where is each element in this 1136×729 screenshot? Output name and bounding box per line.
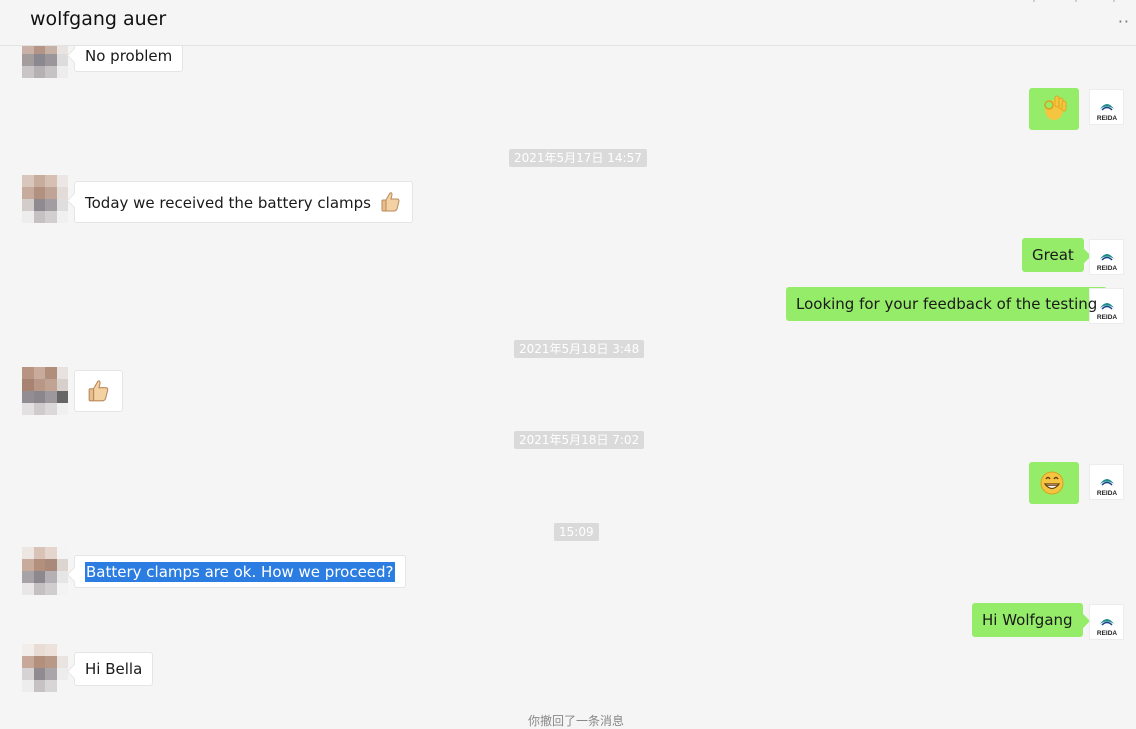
message-text: Looking for your feedback of the testing	[796, 295, 1098, 313]
timestamp: 15:09	[554, 523, 599, 541]
reida-logo-icon: REIDA	[1097, 619, 1118, 637]
chat-header: wolfgang auer ··	[0, 0, 1136, 46]
contact-avatar[interactable]	[22, 367, 68, 415]
contact-avatar[interactable]	[22, 547, 68, 595]
self-avatar[interactable]: REIDA	[1089, 239, 1124, 275]
message-bubble[interactable]	[1029, 88, 1079, 130]
message-bubble[interactable]	[74, 370, 123, 412]
svg-text:REIDA: REIDA	[1097, 115, 1118, 122]
timestamp: 2021年5月17日 14:57	[509, 149, 647, 167]
message-text: Hi Wolfgang	[982, 611, 1073, 629]
timestamp: 2021年5月18日 7:02	[514, 431, 645, 449]
ok-hand-icon	[1044, 95, 1067, 120]
reida-logo-icon: REIDA	[1097, 104, 1118, 122]
svg-text:REIDA: REIDA	[1097, 314, 1118, 321]
svg-text:REIDA: REIDA	[1097, 265, 1118, 272]
window-edge-mark	[1113, 0, 1115, 2]
reida-logo-icon: REIDA	[1097, 254, 1118, 272]
message-text: Hi Bella	[85, 660, 143, 678]
chat-window: wolfgang auer ·· No problem REIDA 2021年5…	[0, 0, 1136, 728]
message-bubble[interactable]: Hi Bella	[74, 652, 154, 686]
thumbs-up-icon	[88, 380, 109, 402]
self-avatar[interactable]: REIDA	[1089, 89, 1124, 125]
system-notice: 你撤回了一条消息	[528, 714, 625, 728]
contact-avatar[interactable]	[22, 644, 68, 692]
message-text: Great	[1032, 246, 1074, 264]
grinning-face-icon	[1040, 471, 1064, 495]
reida-logo-icon: REIDA	[1097, 479, 1118, 497]
message-text: No problem	[85, 47, 173, 65]
message-bubble[interactable]: Looking for your feedback of the testing	[786, 287, 1108, 321]
thumbs-up-icon	[381, 192, 400, 212]
message-text[interactable]: Battery clamps are ok. How we proceed?	[85, 562, 395, 582]
reida-logo-icon: REIDA	[1097, 303, 1118, 321]
message-bubble[interactable]	[1029, 462, 1079, 504]
chat-title: wolfgang auer	[30, 8, 167, 30]
svg-text:REIDA: REIDA	[1097, 490, 1118, 497]
contact-avatar[interactable]	[22, 175, 68, 223]
message-bubble[interactable]: Battery clamps are ok. How we proceed?	[74, 555, 406, 588]
window-edge-mark	[1075, 0, 1077, 2]
timestamp: 2021年5月18日 3:48	[514, 340, 645, 358]
ellipsis-icon[interactable]: ··	[1118, 12, 1130, 31]
svg-text:REIDA: REIDA	[1097, 630, 1118, 637]
window-edge-mark	[1033, 0, 1035, 2]
self-avatar[interactable]: REIDA	[1089, 604, 1124, 640]
self-avatar[interactable]: REIDA	[1089, 464, 1124, 500]
message-text: Today we received the battery clamps	[85, 194, 371, 212]
message-bubble[interactable]: Today we received the battery clamps	[74, 181, 413, 223]
message-bubble[interactable]: Great	[1022, 238, 1084, 272]
message-bubble[interactable]: Hi Wolfgang	[972, 603, 1083, 637]
